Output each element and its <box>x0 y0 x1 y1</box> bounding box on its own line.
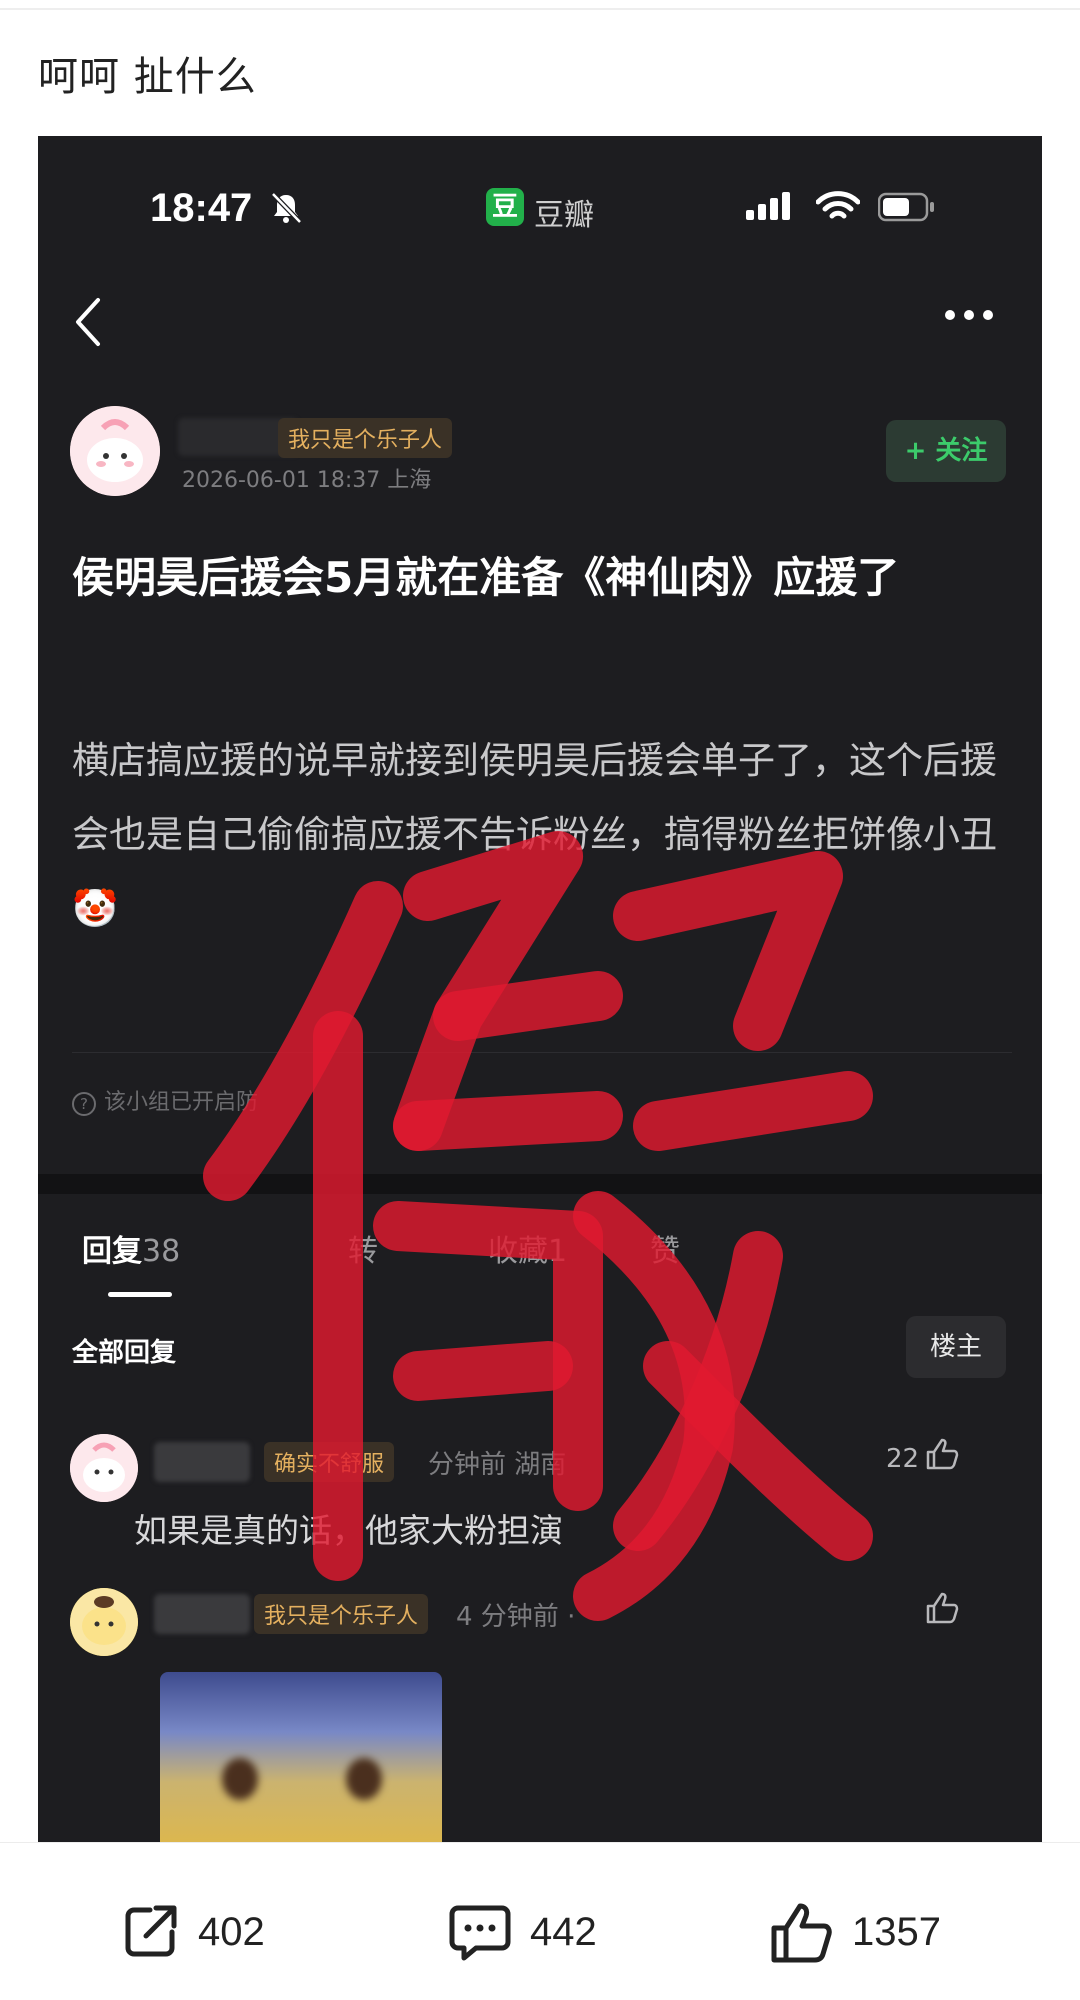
commenter-name-redacted <box>154 1442 250 1482</box>
comment-button[interactable]: 442 <box>448 1897 597 1967</box>
commenter-badge: 我只是个乐子人 <box>254 1594 429 1634</box>
top-divider <box>0 8 1080 10</box>
tab-favorites-label: 收藏 <box>488 1234 548 1269</box>
tab-likes[interactable]: 赞 <box>650 1226 680 1270</box>
thumbs-up-icon[interactable] <box>926 1438 960 1470</box>
comment-text: 如果是真的话，他家大粉担演 <box>134 1511 563 1550</box>
battery-icon <box>878 192 934 222</box>
comment-icon <box>449 1905 511 1961</box>
tab-favorites-count: 1 <box>548 1234 568 1269</box>
status-time: 18:47 <box>150 186 253 230</box>
signal-icon <box>746 192 790 220</box>
author-avatar[interactable] <box>70 406 160 496</box>
comment-meta: 分钟前 湖南 <box>428 1450 567 1480</box>
wifi-icon <box>816 191 860 219</box>
share-icon <box>125 1905 177 1957</box>
like-icon <box>771 1903 832 1963</box>
tab-replies[interactable]: 回复38 <box>82 1226 180 1270</box>
author-badge: 我只是个乐子人 <box>278 418 453 458</box>
comment-like-count: 22 <box>886 1444 920 1474</box>
all-replies-label: 全部回复 <box>72 1338 177 1368</box>
tab-replies-label: 回复 <box>82 1234 142 1269</box>
douban-logo-icon: 豆 <box>486 188 524 226</box>
tab-likes-label: 赞 <box>650 1234 680 1269</box>
tab-reposts-label: 转 <box>348 1234 378 1269</box>
follow-button[interactable]: + 关注 <box>886 420 1006 482</box>
like-count: 1357 <box>852 1909 941 1954</box>
app-name: 豆瓣 <box>534 198 594 233</box>
notice-text: 该小组已开启防 <box>104 1090 259 1115</box>
fake-stamp <box>203 831 873 1621</box>
comment-image[interactable] <box>160 1672 442 1844</box>
tab-active-indicator <box>108 1292 172 1297</box>
thumbs-up-icon[interactable] <box>926 1592 960 1624</box>
post-timestamp: 2026-06-01 18:37 上海 <box>182 468 432 493</box>
comment-count: 442 <box>530 1909 597 1954</box>
question-icon: ? <box>72 1092 96 1116</box>
share-count: 402 <box>198 1909 265 1954</box>
back-icon[interactable] <box>72 296 102 348</box>
section-divider <box>38 1174 1042 1194</box>
comment-meta: 4 分钟前 · <box>456 1602 576 1632</box>
post-title: 侯明昊后援会5月就在准备《神仙肉》应援了 <box>72 553 900 602</box>
like-button[interactable]: 1357 <box>770 1897 941 1967</box>
bell-mute-icon <box>271 192 302 224</box>
commenter-name-redacted <box>154 1594 250 1634</box>
action-bar: 402 442 1357 <box>0 1842 1080 2000</box>
post-body: 横店搞应援的说早就接到侯明昊后援会单子了，这个后援会也是自己偷偷搞应援不告诉粉丝… <box>72 739 997 930</box>
group-notice: ? 该小组已开启防 <box>72 1084 258 1116</box>
more-icon[interactable] <box>944 308 994 322</box>
comment-avatar[interactable] <box>70 1434 138 1502</box>
tab-reposts[interactable]: 转 <box>348 1226 378 1270</box>
tab-replies-count: 38 <box>142 1234 181 1269</box>
share-button[interactable]: 402 <box>120 1897 265 1967</box>
embedded-screenshot[interactable]: 18:47 豆 豆瓣 我只是个乐子人 2026-06-01 18:37 上海 +… <box>38 136 1042 1844</box>
commenter-badge: 确实不舒服 <box>264 1442 395 1482</box>
comment-avatar[interactable] <box>70 1588 138 1656</box>
post-caption: 呵呵 扯什么 <box>38 54 257 100</box>
tab-favorites[interactable]: 收藏1 <box>488 1226 567 1270</box>
content-separator <box>72 1052 1012 1053</box>
op-only-button[interactable]: 楼主 <box>906 1316 1006 1378</box>
